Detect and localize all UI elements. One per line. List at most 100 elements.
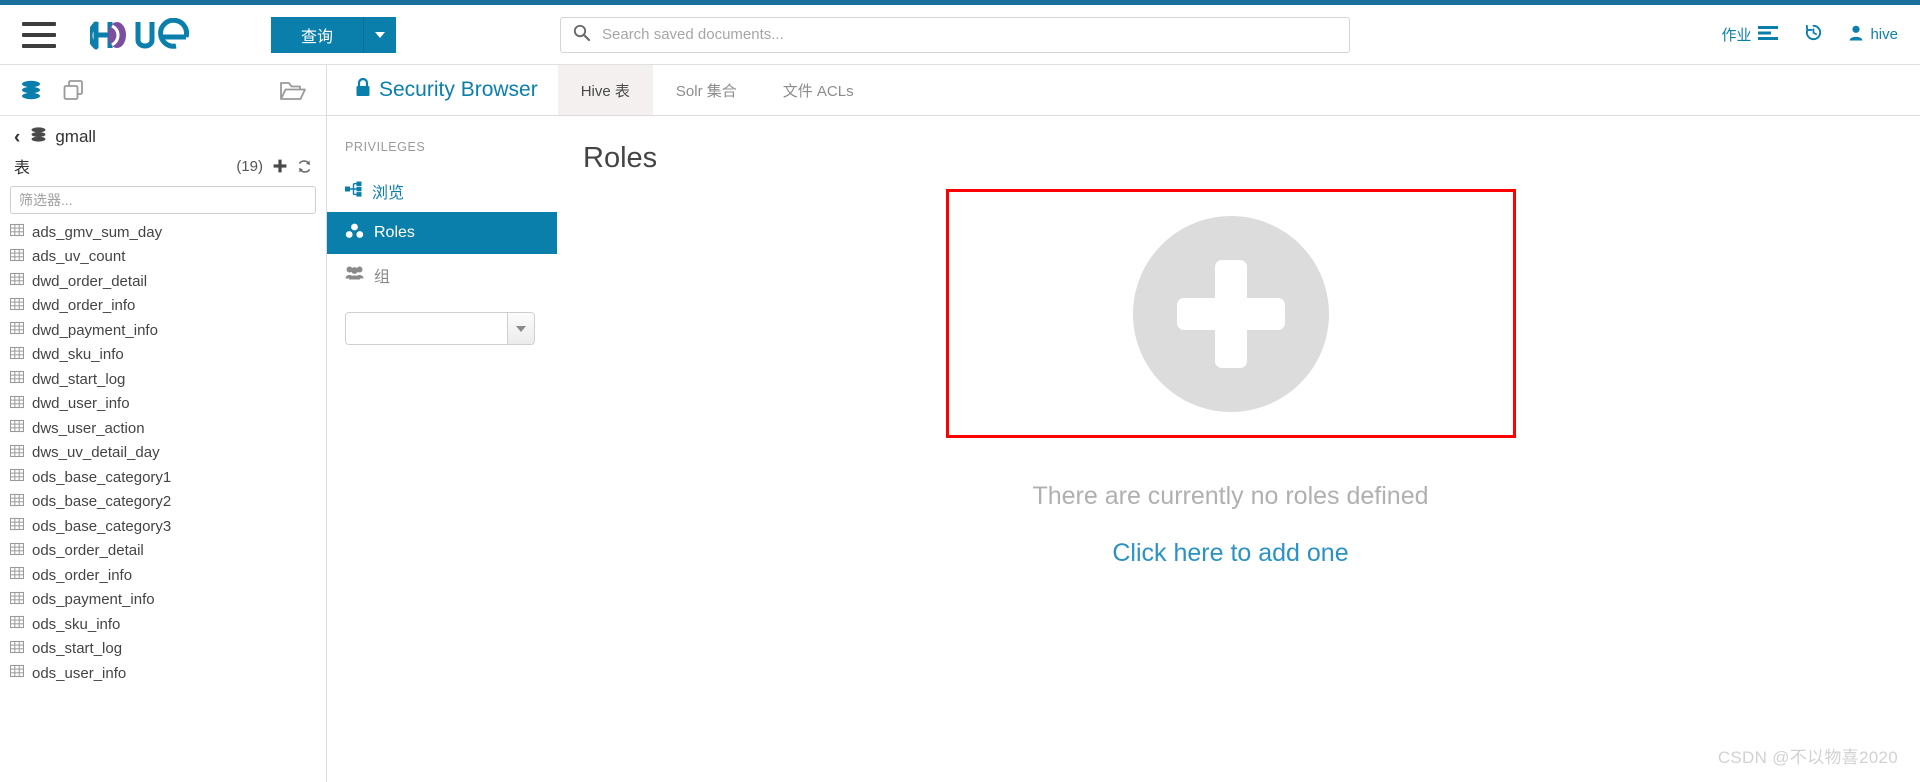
table-name: dwd_user_info — [32, 395, 130, 413]
history-icon — [1804, 23, 1823, 46]
table-icon — [9, 493, 25, 511]
table-name: ads_gmv_sum_day — [32, 223, 163, 241]
list-item[interactable]: ods_base_category1 — [9, 465, 326, 490]
table-icon — [9, 517, 25, 535]
highlight-box — [945, 189, 1516, 438]
table-icon — [9, 272, 25, 290]
chevron-down-icon[interactable] — [508, 313, 534, 344]
hue-logo[interactable] — [90, 17, 225, 52]
table-name: ods_user_info — [32, 664, 127, 682]
chevron-left-icon[interactable]: ‹ — [14, 128, 20, 147]
list-item[interactable]: dws_user_action — [9, 416, 326, 441]
table-icon — [9, 542, 25, 560]
list-item[interactable]: ods_base_category3 — [9, 514, 326, 539]
list-item[interactable]: ods_sku_info — [9, 612, 326, 637]
search-icon — [573, 24, 591, 46]
filter-container — [0, 184, 326, 220]
table-filter-input[interactable] — [10, 186, 316, 214]
list-item[interactable]: dwd_order_detail — [9, 269, 326, 294]
lock-icon — [355, 77, 371, 103]
sidebar-item-groups[interactable]: 组 — [327, 254, 557, 296]
table-icon — [9, 297, 25, 315]
open-folder-icon[interactable] — [279, 79, 306, 102]
empty-state-message: There are currently no roles defined — [1032, 482, 1429, 510]
user-name-label: hive — [1870, 26, 1898, 43]
watermark: CSDN @不以物喜2020 — [1717, 748, 1898, 767]
app-header: 查询 作业 — [0, 5, 1920, 65]
list-item[interactable]: ads_gmv_sum_day — [9, 220, 326, 245]
table-icon — [9, 444, 25, 462]
list-item[interactable]: ods_user_info — [9, 661, 326, 686]
jobs-button[interactable]: 作业 — [1721, 24, 1779, 45]
security-tab-bar: Security Browser Hive 表 Solr 集合 文件 ACLs — [327, 65, 1920, 116]
security-main: PRIVILEGES 浏览 Roles 组 Roles There are cu… — [327, 116, 1920, 782]
add-role-link[interactable]: Click here to add one — [1112, 539, 1348, 568]
query-button-group[interactable]: 查询 — [271, 16, 397, 53]
table-name: ods_base_category3 — [32, 517, 172, 535]
table-name: dwd_start_log — [32, 370, 126, 388]
list-item[interactable]: ods_start_log — [9, 637, 326, 662]
sidebar-item-browse-label: 浏览 — [372, 185, 405, 202]
empty-state: There are currently no roles defined Cli… — [581, 185, 1880, 568]
database-breadcrumb[interactable]: ‹ gmall — [0, 116, 326, 152]
group-select-container — [327, 296, 557, 345]
group-select[interactable] — [345, 312, 535, 345]
table-name: dwd_payment_info — [32, 321, 158, 339]
documents-icon[interactable] — [62, 79, 86, 101]
user-menu-button[interactable]: hive — [1849, 25, 1898, 45]
sidebar-item-roles[interactable]: Roles — [327, 212, 557, 254]
table-icon — [9, 664, 25, 682]
sidebar-item-browse[interactable]: 浏览 — [327, 170, 557, 212]
list-item[interactable]: ods_payment_info — [9, 588, 326, 613]
list-item[interactable]: ods_base_category2 — [9, 490, 326, 515]
list-item[interactable]: dws_uv_detail_day — [9, 441, 326, 466]
table-name: dwd_order_info — [32, 297, 136, 315]
tables-header-row: 表 (19) — [0, 152, 326, 184]
database-name: gmall — [55, 127, 96, 146]
add-role-button[interactable] — [1132, 215, 1329, 412]
list-item[interactable]: dwd_order_info — [9, 294, 326, 319]
query-button[interactable]: 查询 — [271, 16, 365, 53]
history-button[interactable] — [1804, 23, 1823, 46]
group-select-value — [346, 313, 508, 344]
cubes-icon — [345, 223, 364, 244]
user-icon — [1849, 25, 1863, 45]
database-icon[interactable] — [20, 79, 42, 101]
list-item[interactable]: dwd_start_log — [9, 367, 326, 392]
list-item[interactable]: ods_order_info — [9, 563, 326, 588]
sitemap-icon — [345, 181, 362, 202]
refresh-icon[interactable] — [297, 159, 312, 174]
list-item[interactable]: dwd_user_info — [9, 392, 326, 417]
table-name: ods_sku_info — [32, 615, 121, 633]
sidebar-item-groups-label: 组 — [374, 269, 391, 286]
search-box[interactable] — [560, 16, 1350, 53]
list-item[interactable]: ads_uv_count — [9, 245, 326, 270]
table-name: ads_uv_count — [32, 248, 126, 266]
table-icon — [9, 223, 25, 241]
tab-file-acls[interactable]: 文件 ACLs — [760, 65, 877, 115]
table-icon — [9, 468, 25, 486]
privileges-header: PRIVILEGES — [345, 140, 426, 154]
left-assist-panel: ‹ gmall 表 (19) 筛选器... ads_gmv_sum_day ad… — [0, 65, 327, 782]
database-icon — [30, 126, 47, 148]
search-input[interactable] — [600, 25, 1337, 44]
tab-solr-collections[interactable]: Solr 集合 — [653, 65, 760, 115]
table-icon — [9, 615, 25, 633]
group-icon — [345, 265, 364, 285]
query-dropdown-toggle[interactable] — [364, 16, 397, 53]
tab-hive-tables[interactable]: Hive 表 — [557, 65, 653, 115]
table-name: ods_base_category1 — [32, 468, 172, 486]
table-icon — [9, 395, 25, 413]
plus-icon[interactable] — [273, 159, 287, 173]
table-name: ods_start_log — [32, 640, 123, 658]
list-item[interactable]: dwd_payment_info — [9, 318, 326, 343]
list-item[interactable]: ods_order_detail — [9, 539, 326, 564]
page-title: Roles — [583, 142, 658, 174]
plus-icon — [1176, 259, 1285, 368]
list-item[interactable]: dwd_sku_info — [9, 343, 326, 368]
privileges-nav: PRIVILEGES 浏览 Roles 组 — [327, 116, 557, 782]
security-browser-column: Security Browser Hive 表 Solr 集合 文件 ACLs … — [327, 65, 1920, 782]
roles-content-pane: Roles There are currently no roles defin… — [557, 116, 1920, 782]
security-browser-title[interactable]: Security Browser — [327, 65, 558, 115]
hamburger-icon[interactable] — [22, 21, 56, 48]
